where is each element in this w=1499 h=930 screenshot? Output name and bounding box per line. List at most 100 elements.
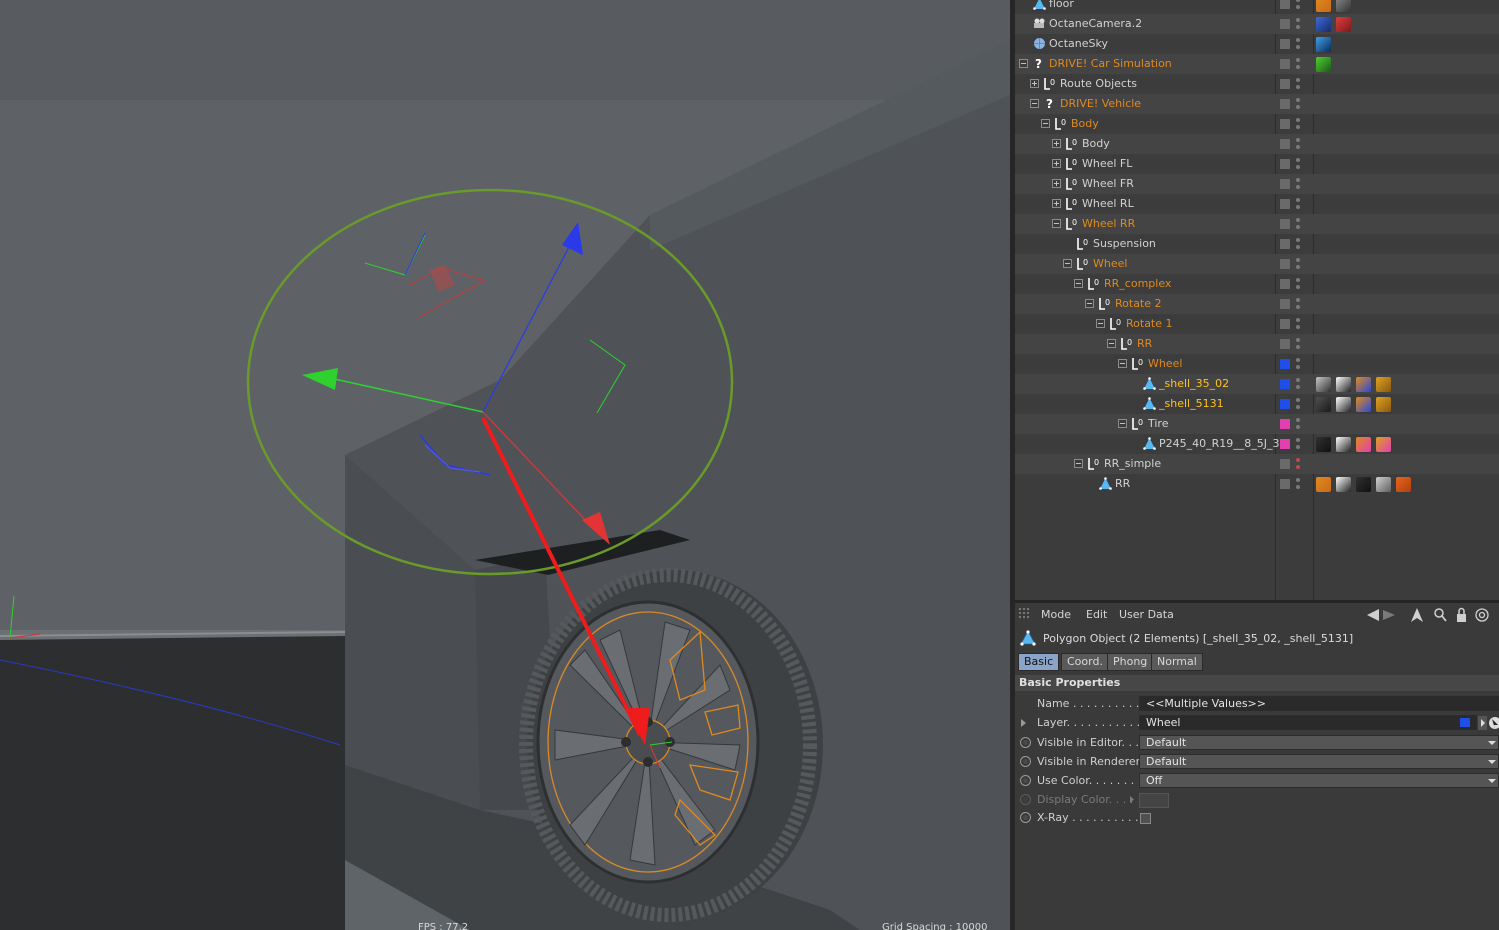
visibility-dots[interactable]	[1296, 478, 1300, 490]
tag-icon[interactable]	[1356, 377, 1371, 392]
visibility-dots[interactable]	[1296, 0, 1300, 10]
object-name[interactable]: OctaneSky	[1049, 37, 1108, 50]
object-name[interactable]: Route Objects	[1060, 77, 1137, 90]
layer-color-swatch[interactable]	[1280, 239, 1290, 249]
object-name[interactable]: Suspension	[1093, 237, 1156, 250]
object-name[interactable]: floor	[1049, 0, 1074, 10]
tag-icon[interactable]	[1336, 397, 1351, 412]
layer-color-swatch[interactable]	[1280, 139, 1290, 149]
object-name[interactable]: RR	[1137, 337, 1152, 350]
tag-icon[interactable]	[1356, 397, 1371, 412]
collapse-icon[interactable]	[1052, 219, 1061, 228]
visibility-dots[interactable]	[1296, 158, 1300, 170]
visibility-dots[interactable]	[1296, 258, 1300, 270]
layer-color-swatch[interactable]	[1280, 399, 1290, 409]
object-name[interactable]: RR_complex	[1104, 277, 1171, 290]
tag-icon[interactable]	[1376, 397, 1391, 412]
tag-icon[interactable]	[1316, 437, 1331, 452]
layer-color-swatch[interactable]	[1280, 439, 1290, 449]
visibility-dots[interactable]	[1296, 458, 1300, 470]
tab-basic[interactable]: Basic	[1018, 653, 1060, 671]
object-row[interactable]: 0 RR_complex	[1015, 274, 1499, 294]
layer-color-swatch[interactable]	[1280, 219, 1290, 229]
object-row[interactable]: RR	[1015, 474, 1499, 494]
tag-icon[interactable]	[1336, 17, 1351, 32]
object-row[interactable]: 0 RR	[1015, 334, 1499, 354]
tag-icon[interactable]	[1316, 397, 1331, 412]
tag-icon[interactable]	[1316, 477, 1331, 492]
collapse-icon[interactable]	[1118, 359, 1127, 368]
expand-icon[interactable]	[1052, 179, 1061, 188]
collapse-icon[interactable]	[1041, 119, 1050, 128]
object-name[interactable]: Wheel	[1093, 257, 1127, 270]
pick-cursor-icon[interactable]	[1488, 716, 1499, 730]
tag-icon[interactable]	[1356, 477, 1371, 492]
tag-icon[interactable]	[1376, 477, 1391, 492]
object-name[interactable]: Tire	[1148, 417, 1169, 430]
3d-viewport[interactable]: FPS : 77.2 Grid Spacing : 10000	[0, 0, 1010, 930]
tag-icon[interactable]	[1336, 437, 1351, 452]
tag-icon[interactable]	[1316, 17, 1331, 32]
visibility-dots[interactable]	[1296, 358, 1300, 370]
visibility-dots[interactable]	[1296, 278, 1300, 290]
layer-color-swatch[interactable]	[1280, 299, 1290, 309]
collapse-icon[interactable]	[1030, 99, 1039, 108]
object-row[interactable]: _shell_5131	[1015, 394, 1499, 414]
tab-coord[interactable]: Coord.	[1061, 653, 1109, 671]
object-row[interactable]: _shell_35_02	[1015, 374, 1499, 394]
object-row[interactable]: 0 Suspension	[1015, 234, 1499, 254]
object-name[interactable]: Wheel RL	[1082, 197, 1134, 210]
object-name[interactable]: Wheel FL	[1082, 157, 1132, 170]
expand-icon[interactable]	[1052, 199, 1061, 208]
animate-radio[interactable]	[1020, 737, 1031, 748]
visibility-dots[interactable]	[1296, 118, 1300, 130]
layer-color-swatch[interactable]	[1280, 339, 1290, 349]
visibility-dots[interactable]	[1296, 298, 1300, 310]
layer-color-swatch[interactable]	[1280, 159, 1290, 169]
object-row[interactable]: 0 Wheel	[1015, 254, 1499, 274]
collapse-icon[interactable]	[1096, 319, 1105, 328]
visible-in-editor-select[interactable]: Default	[1139, 735, 1499, 750]
collapse-icon[interactable]	[1019, 59, 1028, 68]
animate-radio[interactable]	[1020, 756, 1031, 767]
visibility-dots[interactable]	[1296, 438, 1300, 450]
grip-icon[interactable]	[1019, 608, 1031, 620]
object-name[interactable]: Rotate 2	[1115, 297, 1162, 310]
tag-icon[interactable]	[1336, 377, 1351, 392]
layer-color-swatch[interactable]	[1280, 199, 1290, 209]
layer-field[interactable]: Wheel	[1139, 715, 1477, 730]
tag-icon[interactable]	[1316, 37, 1331, 52]
object-name[interactable]: Wheel FR	[1082, 177, 1134, 190]
collapse-icon[interactable]	[1085, 299, 1094, 308]
object-row[interactable]: OctaneCamera.2	[1015, 14, 1499, 34]
object-row[interactable]: 0 Route Objects	[1015, 74, 1499, 94]
layer-color-swatch[interactable]	[1280, 79, 1290, 89]
tag-icon[interactable]	[1316, 57, 1331, 72]
object-name[interactable]: P245_40_R19__8_5J_3	[1159, 437, 1280, 450]
layer-color-swatch[interactable]	[1280, 419, 1290, 429]
visibility-dots[interactable]	[1296, 378, 1300, 390]
visibility-dots[interactable]	[1296, 98, 1300, 110]
object-row[interactable]: 0 Body	[1015, 114, 1499, 134]
object-name[interactable]: _shell_5131	[1159, 397, 1224, 410]
object-row[interactable]: 0 Wheel RL	[1015, 194, 1499, 214]
menu-edit[interactable]: Edit	[1086, 608, 1107, 621]
object-row[interactable]: 0 Wheel	[1015, 354, 1499, 374]
object-row[interactable]: 0 Rotate 1	[1015, 314, 1499, 334]
object-name[interactable]: Wheel RR	[1082, 217, 1135, 230]
layer-color-swatch[interactable]	[1280, 39, 1290, 49]
visibility-dots[interactable]	[1296, 198, 1300, 210]
tag-icon[interactable]	[1316, 377, 1331, 392]
object-name[interactable]: Rotate 1	[1126, 317, 1173, 330]
visibility-dots[interactable]	[1296, 418, 1300, 430]
tag-icon[interactable]	[1356, 437, 1371, 452]
object-row[interactable]: 0 Rotate 2	[1015, 294, 1499, 314]
layer-color-swatch[interactable]	[1280, 119, 1290, 129]
object-row[interactable]: 0 Tire	[1015, 414, 1499, 434]
tag-icon[interactable]	[1376, 437, 1391, 452]
tag-icon[interactable]	[1336, 0, 1351, 12]
visibility-dots[interactable]	[1296, 218, 1300, 230]
layer-color-swatch[interactable]	[1280, 479, 1290, 489]
object-name[interactable]: Wheel	[1148, 357, 1182, 370]
visibility-dots[interactable]	[1296, 398, 1300, 410]
